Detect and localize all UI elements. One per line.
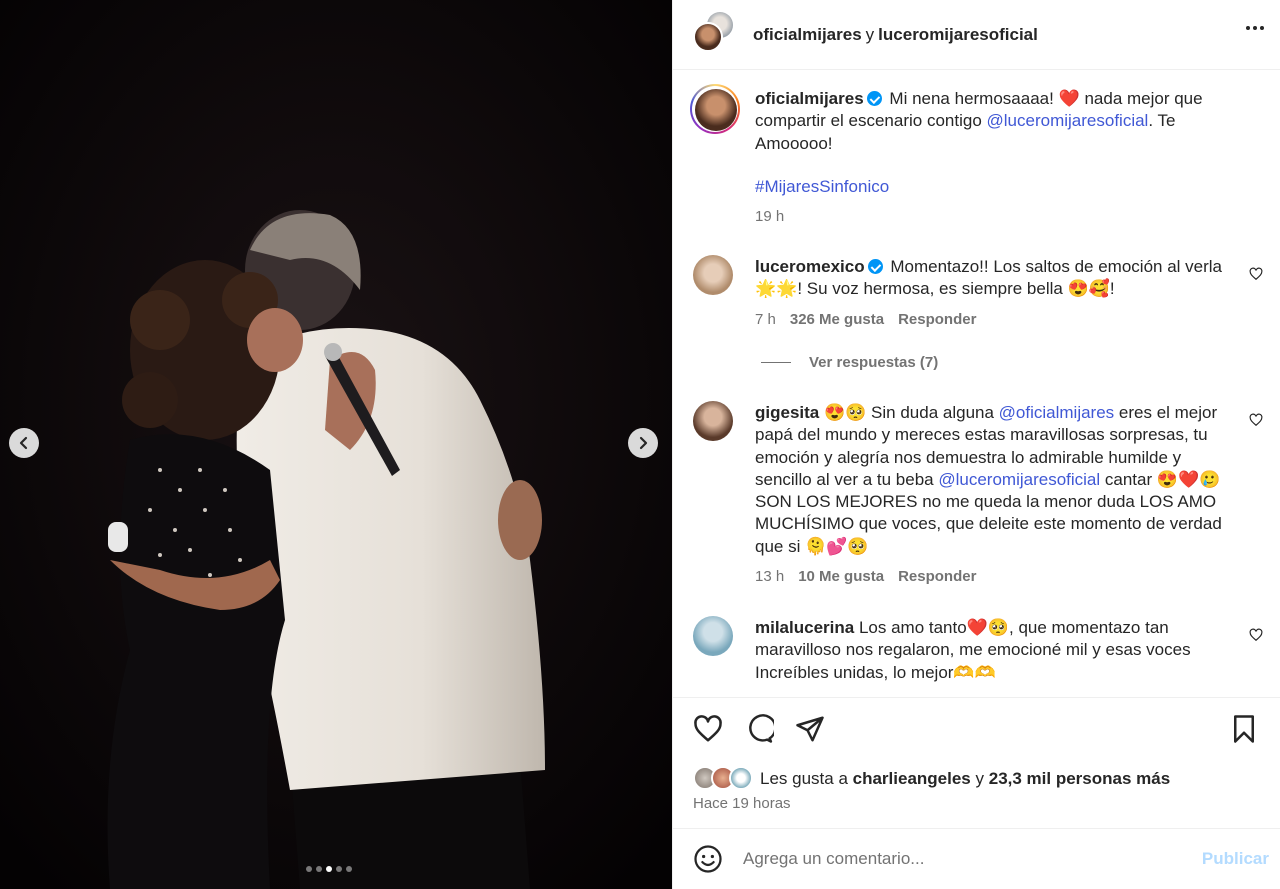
avatar[interactable]	[729, 766, 753, 790]
like-comment-heart-icon[interactable]	[1249, 628, 1263, 642]
previous-slide-button[interactable]	[9, 428, 39, 458]
reply-button[interactable]: Responder	[898, 568, 976, 585]
avatar[interactable]	[693, 401, 733, 441]
comment-text: luceromexico Momentazo!! Los saltos de e…	[755, 256, 1235, 301]
username-link[interactable]: oficialmijares	[753, 25, 862, 44]
post-details-panel: oficialmijares y luceromijaresoficial ofic…	[672, 0, 1280, 889]
view-replies-label: Ver respuestas (7)	[809, 354, 939, 371]
likes-summary: Les gusta a charlieangeles y 23,3 mil pe…	[693, 766, 1170, 792]
verified-badge-icon	[867, 259, 883, 274]
comment-likes[interactable]: 326 Me gusta	[790, 311, 884, 328]
more-options-button[interactable]	[1246, 26, 1264, 30]
username-link[interactable]: gigesita	[755, 403, 819, 422]
conjunction: y	[865, 24, 875, 44]
avatar[interactable]	[693, 255, 733, 295]
concert-photo	[0, 0, 672, 889]
comment-bubble-icon[interactable]	[744, 714, 774, 744]
mention-link[interactable]: @oficialmijares	[999, 403, 1115, 422]
hashtag-link[interactable]: #MijaresSinfonico	[755, 177, 889, 196]
hashtag-line: #MijaresSinfonico	[755, 176, 1235, 198]
username-link[interactable]: charlieangeles	[853, 769, 971, 789]
add-comment-bar: Agrega un comentario... Publicar	[673, 828, 1280, 889]
comment-text: milalucerina Los amo tanto❤️🥺, que momen…	[755, 617, 1235, 684]
comment-meta: 13 h 10 Me gusta Responder	[755, 568, 976, 585]
collab-avatars[interactable]	[693, 11, 735, 56]
username-link[interactable]: luceromexico	[755, 257, 865, 276]
post-media[interactable]	[0, 0, 672, 889]
carousel-indicator	[306, 866, 352, 872]
timestamp[interactable]: 13 h	[755, 568, 784, 585]
timestamp[interactable]: 19 h	[755, 208, 784, 225]
comment-text: gigesita 😍🥺 Sin duda alguna @oficialmija…	[755, 402, 1235, 558]
avatar[interactable]	[693, 616, 733, 656]
like-comment-heart-icon[interactable]	[1249, 267, 1263, 281]
carousel-dot	[316, 866, 322, 872]
post-time[interactable]: Hace 19 horas	[693, 795, 791, 812]
comments-list[interactable]: oficialmijares Mi nena hermosaaaa! ❤️ na…	[673, 70, 1280, 696]
emoji-icon[interactable]	[693, 844, 723, 874]
caption-time: 19 h	[755, 208, 784, 225]
post-actions: Les gusta a charlieangeles y 23,3 mil pe…	[673, 697, 1280, 828]
avatar[interactable]	[693, 21, 723, 52]
replies-divider	[761, 362, 791, 363]
username-link[interactable]: luceromijaresoficial	[878, 25, 1038, 44]
carousel-dot	[336, 866, 342, 872]
comment-input[interactable]: Agrega un comentario...	[743, 849, 1202, 869]
carousel-dot	[346, 866, 352, 872]
more-dot	[1260, 26, 1264, 30]
timestamp[interactable]: 7 h	[755, 311, 776, 328]
more-dot	[1253, 26, 1257, 30]
carousel-dot	[306, 866, 312, 872]
chevron-left-icon	[19, 436, 28, 450]
chevron-right-icon	[639, 436, 648, 450]
verified-badge-icon	[866, 91, 882, 106]
username-link[interactable]: oficialmijares	[755, 89, 864, 108]
more-dot	[1246, 26, 1250, 30]
liker-avatars	[693, 766, 753, 792]
like-comment-heart-icon[interactable]	[1249, 413, 1263, 427]
comment-body: 😍🥺 Sin duda alguna	[823, 403, 999, 422]
collab-usernames: oficialmijares y luceromijaresoficial	[753, 25, 1038, 45]
post-comment-button[interactable]: Publicar	[1202, 849, 1269, 869]
comment-meta: 7 h 326 Me gusta Responder	[755, 311, 976, 328]
post-header: oficialmijares y luceromijaresoficial	[673, 0, 1280, 70]
mention-link[interactable]: @luceromijaresoficial	[987, 111, 1149, 130]
caption-text: oficialmijares Mi nena hermosaaaa! ❤️ na…	[755, 88, 1235, 155]
avatar[interactable]	[695, 89, 737, 131]
comment-likes[interactable]: 10 Me gusta	[798, 568, 884, 585]
likes-conj: y	[975, 769, 985, 788]
carousel-dot-active	[326, 866, 332, 872]
mention-link[interactable]: @luceromijaresoficial	[938, 470, 1100, 489]
reply-button[interactable]: Responder	[898, 311, 976, 328]
likes-count-button[interactable]: 23,3 mil personas más	[989, 769, 1170, 789]
likes-prefix: Les gusta a	[760, 769, 848, 788]
like-heart-icon[interactable]	[693, 714, 723, 744]
username-link[interactable]: milalucerina	[755, 618, 854, 637]
next-slide-button[interactable]	[628, 428, 658, 458]
share-paper-plane-icon[interactable]	[795, 714, 825, 744]
view-replies-button[interactable]: Ver respuestas (7)	[761, 354, 938, 371]
save-bookmark-icon[interactable]	[1229, 714, 1259, 744]
